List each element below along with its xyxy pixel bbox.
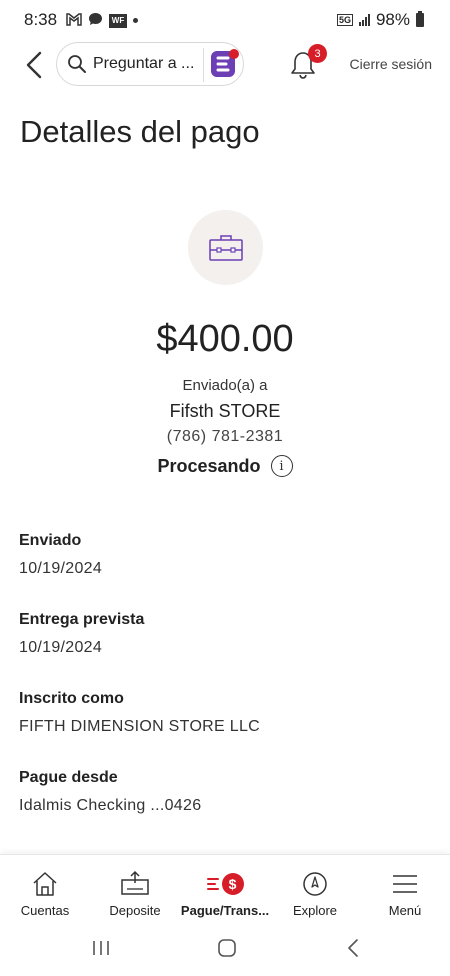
nav-label: Menú [388, 903, 422, 918]
menu-icon [393, 875, 417, 893]
payee-name: Fifsth STORE [169, 401, 281, 421]
battery-icon [416, 11, 424, 27]
info-icon[interactable]: i [270, 455, 293, 477]
wells-fargo-notification-icon: WF [109, 13, 127, 28]
status-right: 5G 98% [336, 10, 424, 30]
network-type: 5G [336, 14, 353, 26]
chat-icon [88, 12, 103, 29]
compass-icon [303, 872, 327, 896]
notification-count-badge: 3 [308, 44, 327, 63]
system-back-button[interactable] [338, 934, 368, 962]
nav-explore[interactable]: Explore [270, 855, 360, 920]
search-icon [68, 55, 86, 73]
fargo-assistant-icon[interactable] [203, 48, 239, 82]
bottom-nav: Cuentas Deposite $ Pague/Trans... Explor… [0, 854, 450, 920]
battery-percent: 98% [375, 10, 410, 29]
nav-label: Deposite [109, 903, 161, 918]
nav-label: Cuentas [20, 903, 70, 918]
detail-value: Idalmis Checking ...0426 [19, 797, 202, 814]
payee-phone: (786) 781-2381 [166, 428, 284, 445]
sent-to-label: Enviado(a) a [182, 377, 268, 394]
status-bar: 8:38 WF 5G 98% [0, 0, 450, 40]
detail-expected-delivery: Entrega prevista 10/19/2024 [19, 611, 144, 657]
deposit-icon [121, 870, 149, 895]
signal-icon [358, 14, 370, 26]
status-notification-icons: WF [66, 12, 138, 29]
search-placeholder: Preguntar a ... [93, 55, 195, 72]
detail-value: 10/19/2024 [19, 560, 103, 577]
detail-pay-from: Pague desde Idalmis Checking ...0426 [19, 769, 201, 815]
system-nav-bar [0, 920, 450, 976]
briefcase-icon [208, 234, 243, 261]
status-label: Procesando [157, 455, 261, 476]
detail-label: Entrega prevista [19, 611, 145, 628]
home-button[interactable] [212, 934, 242, 962]
detail-value: 10/19/2024 [19, 639, 103, 656]
nav-deposit[interactable]: Deposite [90, 855, 180, 920]
app-header: Preguntar a ... 3 Cierre sesión [0, 42, 450, 88]
gmail-icon [66, 12, 82, 29]
home-icon [33, 872, 57, 896]
detail-sent: Enviado 10/19/2024 [19, 532, 102, 578]
detail-enrolled-as: Inscrito como FIFTH DIMENSION STORE LLC [19, 690, 260, 736]
signout-link[interactable]: Cierre sesión [350, 56, 432, 72]
status-time: 8:38 [24, 10, 58, 29]
nav-label: Pague/Trans... [180, 903, 270, 918]
more-notifications-dot [133, 18, 138, 23]
detail-label: Pague desde [19, 769, 118, 786]
nav-pay-transfer[interactable]: $ Pague/Trans... [180, 855, 270, 920]
page-title: Detalles del pago [20, 114, 260, 149]
payee-icon-circle [188, 210, 263, 285]
nav-accounts[interactable]: Cuentas [0, 855, 90, 920]
recent-apps-button[interactable] [86, 934, 116, 962]
recent-apps-icon [93, 941, 109, 955]
payment-amount: $400.00 [156, 318, 294, 360]
dollar-icon: $ [221, 873, 244, 895]
nav-menu[interactable]: Menú [360, 855, 450, 920]
back-button[interactable] [20, 48, 48, 82]
detail-label: Inscrito como [19, 690, 124, 707]
back-chevron-icon [348, 939, 358, 957]
assistant-search-input[interactable]: Preguntar a ... [56, 42, 244, 86]
nav-label: Explore [292, 903, 338, 918]
detail-label: Enviado [19, 532, 82, 549]
pay-transfer-icon: $ [206, 869, 244, 899]
payment-status: Procesando i [0, 455, 450, 477]
chevron-left-icon [26, 51, 42, 79]
home-square-icon [218, 939, 236, 957]
detail-value: FIFTH DIMENSION STORE LLC [19, 718, 261, 735]
